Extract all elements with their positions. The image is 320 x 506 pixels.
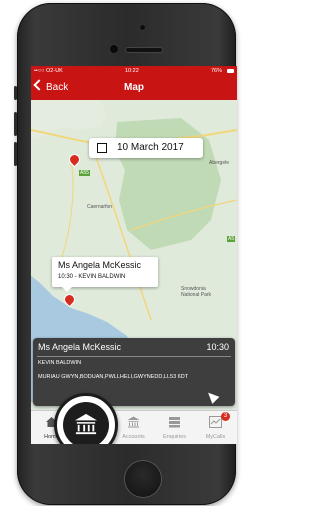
- tooltip-client-name: Ms Angela McKessic: [58, 260, 142, 270]
- navigation-arrow-icon[interactable]: [204, 389, 220, 404]
- volume-down-button[interactable]: [14, 142, 17, 166]
- tab-mycalls[interactable]: 3 MyCalls: [195, 411, 236, 444]
- tab-label: Accounts: [122, 434, 145, 440]
- road-label-a55: A55: [79, 170, 90, 176]
- tooltip-detail: 10:30 - KEVIN BALDWIN: [58, 274, 126, 280]
- place-label-caernarfon: Caernarfon: [87, 204, 113, 210]
- divider: [37, 356, 231, 357]
- visit-card[interactable]: Ms Angela McKessic 10:30 KEVIN BALDWIN M…: [33, 338, 235, 406]
- volume-up-button[interactable]: [14, 112, 17, 136]
- battery-percent: 76%: [211, 68, 223, 74]
- server-icon: [169, 417, 180, 428]
- app-screen: ••○○ O2-UK 10:22 76% Back Map 10 March 2…: [31, 66, 237, 444]
- client-address: MURIAU GWYN,BODUAN,PWLLHELI,GWYNEDD,LL53…: [38, 374, 189, 380]
- bank-icon: [127, 416, 140, 428]
- tab-label: MyCalls: [205, 434, 226, 440]
- nav-bar: Back Map: [31, 76, 237, 100]
- calendar-icon: [97, 143, 107, 153]
- client-name: Ms Angela McKessic: [38, 342, 122, 352]
- tab-label: Enquiries: [163, 434, 186, 440]
- notification-badge: 3: [221, 412, 230, 421]
- battery-icon: [227, 69, 234, 73]
- bank-icon: [75, 413, 97, 435]
- tooltip-pointer: [62, 287, 72, 292]
- pin-tooltip[interactable]: Ms Angela McKessic 10:30 - KEVIN BALDWIN: [52, 257, 158, 292]
- magnifier-inner: [63, 402, 109, 444]
- date-label: 10 March 2017: [117, 142, 184, 153]
- proximity-sensor: [140, 25, 145, 30]
- front-camera: [109, 44, 119, 54]
- place-label-snowdonia: Snowdonia National Park: [181, 286, 212, 298]
- tab-enquiries[interactable]: Enquiries: [154, 411, 195, 444]
- mute-switch[interactable]: [14, 86, 17, 100]
- date-selector[interactable]: 10 March 2017: [89, 138, 203, 158]
- calls-icon: [209, 416, 222, 428]
- earpiece-speaker: [125, 47, 163, 53]
- carrier-label: ••○○ O2-UK: [34, 68, 63, 74]
- road-label-a5: A5: [227, 236, 236, 242]
- staff-name: KEVIN BALDWIN: [38, 360, 82, 366]
- status-bar: ••○○ O2-UK 10:22 76%: [31, 66, 237, 76]
- page-title: Map: [124, 82, 144, 93]
- clock: 10:22: [125, 68, 139, 74]
- visit-time: 10:30: [206, 342, 229, 352]
- place-label-abergele: Abergele: [209, 160, 230, 166]
- tab-accounts[interactable]: Accounts: [113, 411, 154, 444]
- home-button[interactable]: [125, 461, 161, 497]
